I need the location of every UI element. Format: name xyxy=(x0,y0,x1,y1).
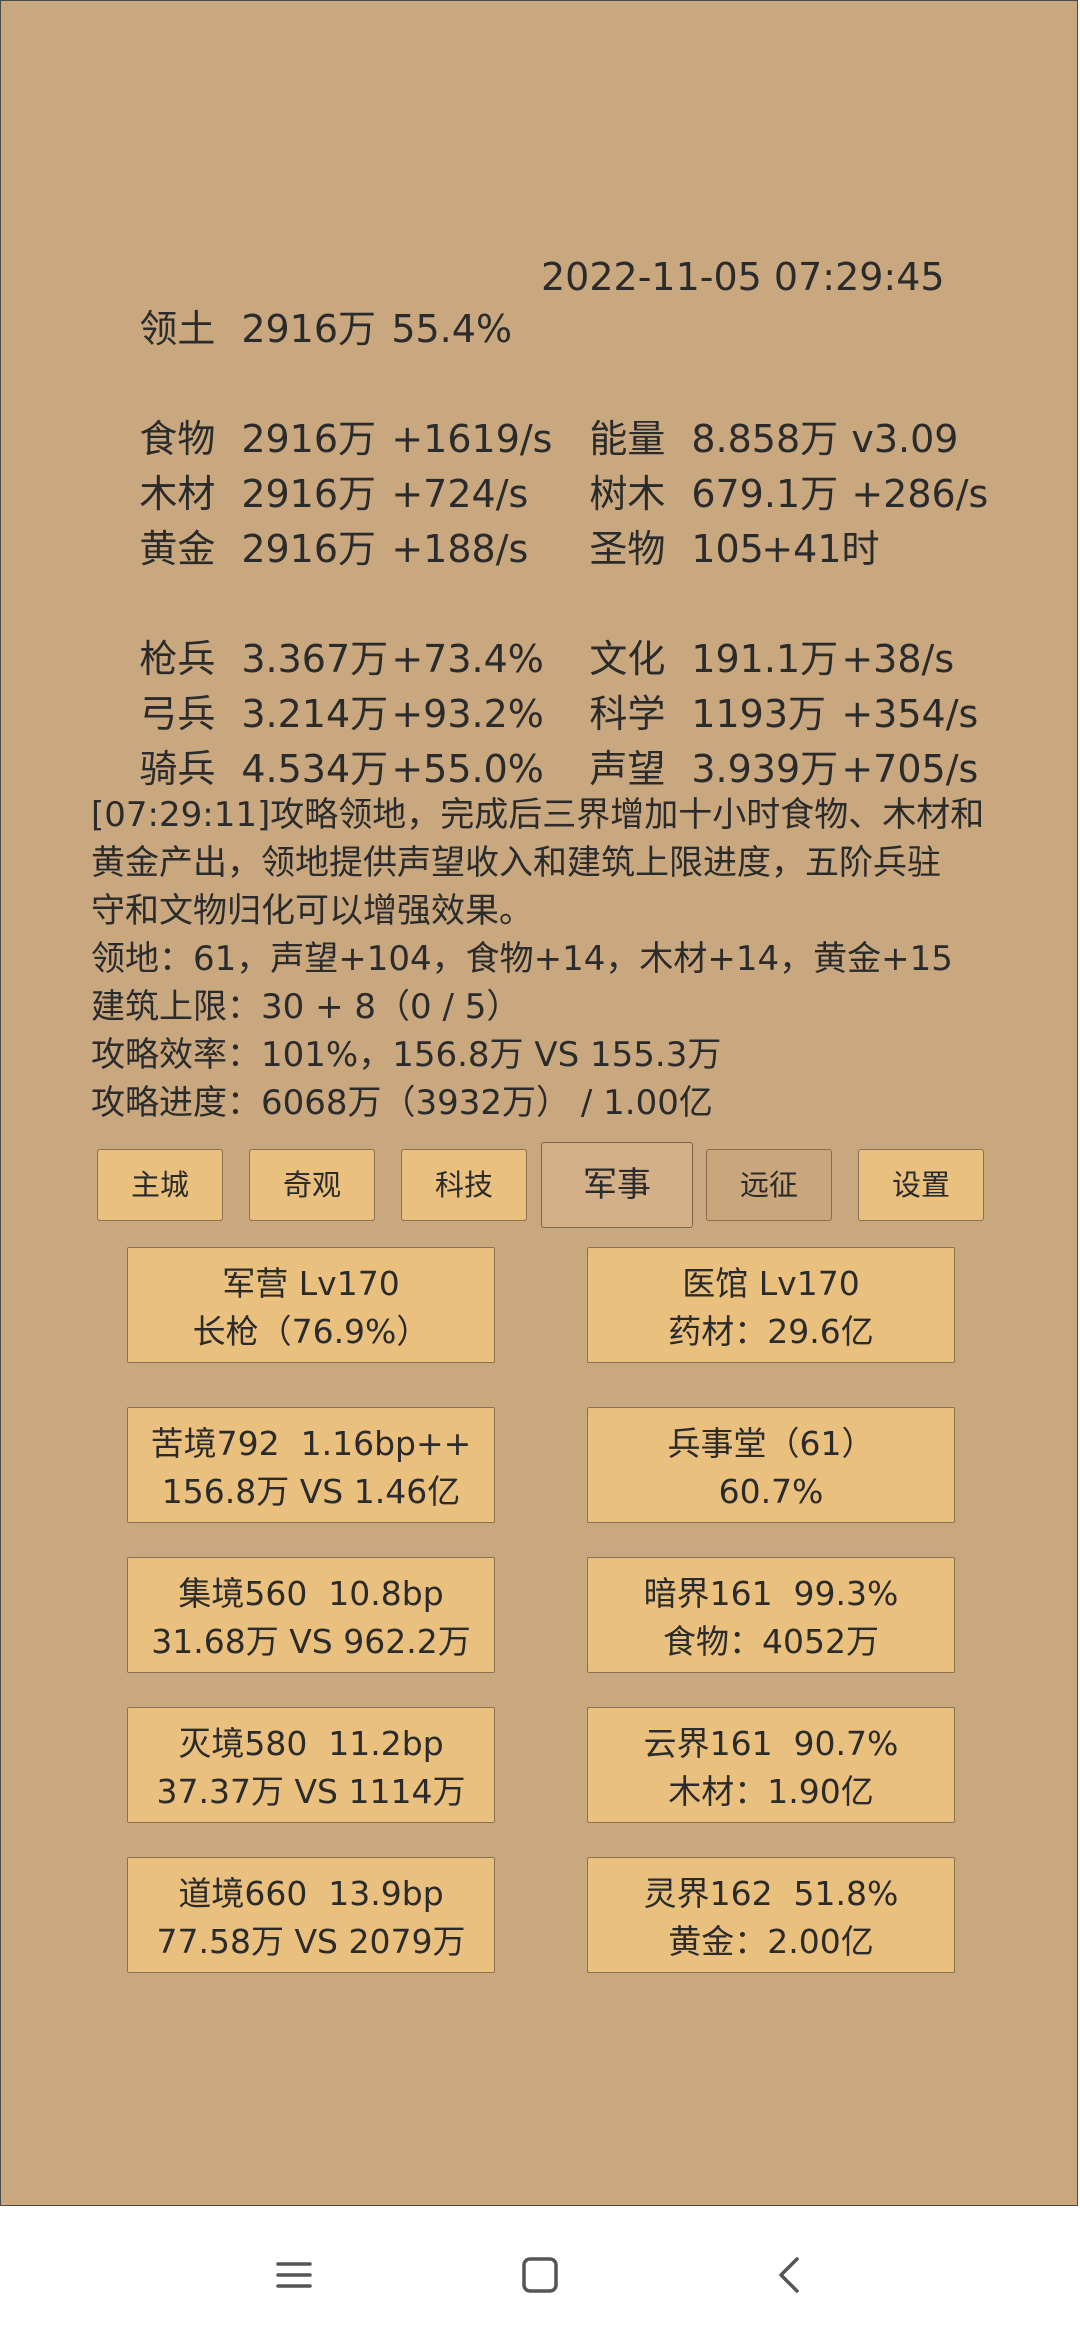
tab-main-city[interactable]: 主城 xyxy=(97,1149,223,1221)
troop-rate: +55.0% xyxy=(391,747,544,791)
card-title: 暗界161 99.3% xyxy=(643,1574,899,1613)
resource-gold: 黄金 2916万 +188/s xyxy=(91,471,528,571)
log-line: 领地：61，声望+104，食物+14，木材+14，黄金+15 xyxy=(91,939,953,979)
card-detail: 食物：4052万 xyxy=(663,1622,879,1661)
stat-culture: 文化 191.1万+38/s xyxy=(541,581,954,681)
troop-cavalry: 骑兵 4.534万+55.0% xyxy=(91,691,544,791)
resource-energy: 能量 8.858万 v3.09 xyxy=(541,361,958,461)
card-detail: 156.8万 VS 1.46亿 xyxy=(161,1472,461,1511)
card-title: 云界161 90.7% xyxy=(643,1724,899,1763)
territory-value: 2916万 xyxy=(241,307,377,351)
log-line: [07:29:11]攻略领地，完成后三界增加十小时食物、木材和 xyxy=(91,795,985,835)
troop-value: 4.534万 xyxy=(241,747,389,791)
card-gather-realm[interactable]: 集境560 10.8bp 31.68万 VS 962.2万 xyxy=(127,1557,495,1673)
stat-rate: +705/s xyxy=(841,747,979,791)
log-line: 攻略进度：6068万（3932万） / 1.00亿 xyxy=(91,1083,713,1123)
card-cloud-world[interactable]: 云界161 90.7% 木材：1.90亿 xyxy=(587,1707,955,1823)
log-line: 守和文物归化可以增强效果。 xyxy=(91,891,533,931)
card-title: 医馆 Lv170 xyxy=(682,1264,860,1303)
back-icon[interactable] xyxy=(770,2255,810,2295)
troop-spearman: 枪兵 3.367万+73.4% xyxy=(91,581,544,681)
card-title: 道境660 13.9bp xyxy=(178,1874,444,1913)
card-title: 兵事堂（61） xyxy=(667,1424,875,1463)
resource-label: 圣物 xyxy=(589,527,666,571)
event-log: [07:29:11]攻略领地，完成后三界增加十小时食物、木材和 黄金产出，领地提… xyxy=(91,791,1011,1127)
card-bitter-realm[interactable]: 苦境792 1.16bp++ 156.8万 VS 1.46亿 xyxy=(127,1407,495,1523)
card-clinic[interactable]: 医馆 Lv170 药材：29.6亿 xyxy=(587,1247,955,1363)
card-title: 集境560 10.8bp xyxy=(178,1574,444,1613)
card-title: 苦境792 1.16bp++ xyxy=(150,1424,472,1463)
tab-expedition[interactable]: 远征 xyxy=(706,1149,832,1221)
stat-prestige: 声望 3.939万+705/s xyxy=(541,691,978,791)
resource-value: 2916万 xyxy=(241,527,377,571)
tab-technology[interactable]: 科技 xyxy=(401,1149,527,1221)
territory-label: 领土 xyxy=(139,307,216,351)
tab-military[interactable]: 军事 xyxy=(541,1142,693,1228)
card-detail: 31.68万 VS 962.2万 xyxy=(151,1622,471,1661)
stat-science: 科学 1193万 +354/s xyxy=(541,636,978,736)
card-title: 灭境580 11.2bp xyxy=(178,1724,444,1763)
resource-value: 105 xyxy=(691,527,764,571)
card-title: 军营 Lv170 xyxy=(222,1264,400,1303)
datetime: 2022-11-05 07:29:45 xyxy=(541,255,945,299)
card-title: 灵界162 51.8% xyxy=(643,1874,899,1913)
stat-value: 3.939万 xyxy=(691,747,839,791)
log-line: 黄金产出，领地提供声望收入和建筑上限进度，五阶兵驻 xyxy=(91,843,941,883)
resource-rate: +41时 xyxy=(761,527,880,571)
tab-settings[interactable]: 设置 xyxy=(858,1149,984,1221)
card-doom-realm[interactable]: 灭境580 11.2bp 37.37万 VS 1114万 xyxy=(127,1707,495,1823)
troop-label: 骑兵 xyxy=(139,747,216,791)
card-dao-realm[interactable]: 道境660 13.9bp 77.58万 VS 2079万 xyxy=(127,1857,495,1973)
resource-relics: 圣物 105+41时 xyxy=(541,471,879,571)
card-detail: 药材：29.6亿 xyxy=(668,1312,874,1351)
log-line: 建筑上限：30 + 8（0 / 5） xyxy=(91,987,521,1027)
card-dark-world[interactable]: 暗界161 99.3% 食物：4052万 xyxy=(587,1557,955,1673)
card-military-hall[interactable]: 兵事堂（61） 60.7% xyxy=(587,1407,955,1523)
card-detail: 长枪（76.9%） xyxy=(192,1312,430,1351)
card-detail: 60.7% xyxy=(718,1472,824,1511)
resource-label: 黄金 xyxy=(139,527,216,571)
menu-icon[interactable] xyxy=(274,2255,314,2295)
card-detail: 木材：1.90亿 xyxy=(668,1772,874,1811)
resource-rate: +188/s xyxy=(391,527,529,571)
resource-wood: 木材 2916万 +724/s xyxy=(91,416,528,516)
log-line: 攻略效率：101%，156.8万 VS 155.3万 xyxy=(91,1035,722,1075)
resource-food: 食物 2916万 +1619/s xyxy=(91,361,552,461)
card-detail: 77.58万 VS 2079万 xyxy=(156,1922,466,1961)
troop-archer: 弓兵 3.214万+93.2% xyxy=(91,636,544,736)
card-spirit-world[interactable]: 灵界162 51.8% 黄金：2.00亿 xyxy=(587,1857,955,1973)
card-barracks[interactable]: 军营 Lv170 长枪（76.9%） xyxy=(127,1247,495,1363)
territory-row: 领土 2916万 55.4% xyxy=(91,251,512,351)
home-icon[interactable] xyxy=(520,2255,560,2295)
card-detail: 黄金：2.00亿 xyxy=(668,1922,874,1961)
card-detail: 37.37万 VS 1114万 xyxy=(156,1772,466,1811)
stat-label: 声望 xyxy=(589,747,666,791)
game-screen: 领土 2916万 55.4% 2022-11-05 07:29:45 食物 2916万… xyxy=(0,0,1078,2206)
resource-trees: 树木 679.1万 +286/s xyxy=(541,416,988,516)
territory-percent: 55.4% xyxy=(391,307,513,351)
tab-wonders[interactable]: 奇观 xyxy=(249,1149,375,1221)
